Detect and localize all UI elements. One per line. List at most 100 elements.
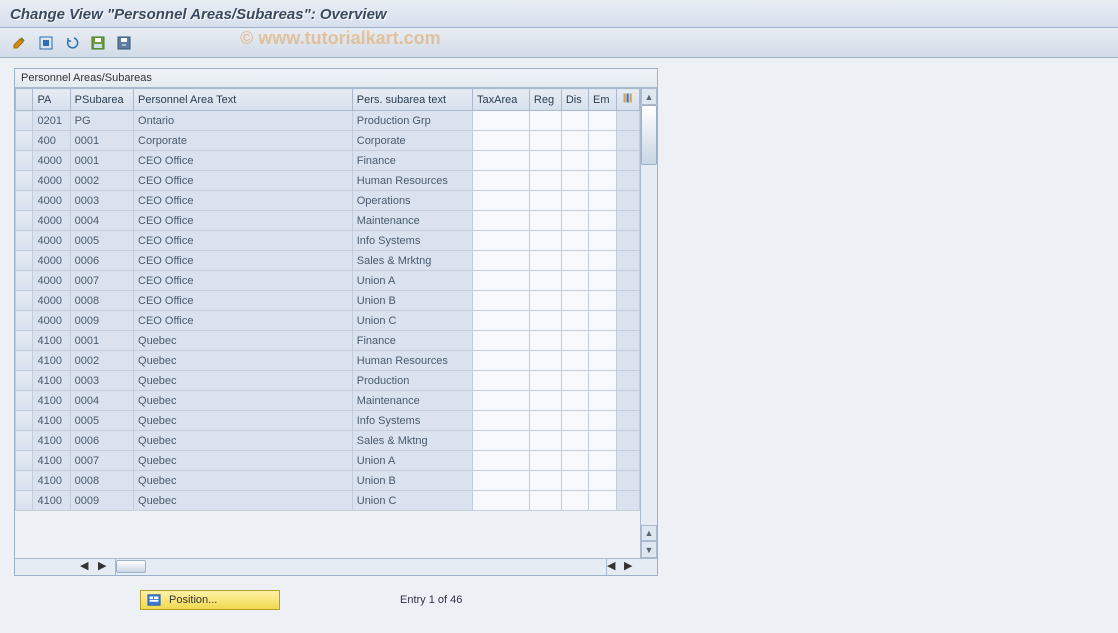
table-row[interactable]: 40000005CEO OfficeInfo Systems bbox=[16, 231, 640, 251]
row-selector[interactable] bbox=[16, 391, 33, 411]
cell-taxarea[interactable] bbox=[473, 311, 530, 331]
table-row[interactable]: 41000006QuebecSales & Mktng bbox=[16, 431, 640, 451]
row-selector[interactable] bbox=[16, 231, 33, 251]
table-row[interactable]: 40000003CEO OfficeOperations bbox=[16, 191, 640, 211]
scroll-prev-page-icon[interactable]: ▲ bbox=[641, 525, 657, 541]
cell-reg[interactable] bbox=[529, 231, 561, 251]
col-psubarea[interactable]: PSubarea bbox=[70, 89, 133, 111]
table-row[interactable]: 41000001QuebecFinance bbox=[16, 331, 640, 351]
row-selector[interactable] bbox=[16, 191, 33, 211]
cell-dis[interactable] bbox=[561, 131, 588, 151]
table-row[interactable]: 41000003QuebecProduction bbox=[16, 371, 640, 391]
cell-taxarea[interactable] bbox=[473, 111, 530, 131]
row-selector-header[interactable] bbox=[16, 89, 33, 111]
cell-reg[interactable] bbox=[529, 411, 561, 431]
cell-taxarea[interactable] bbox=[473, 391, 530, 411]
cell-reg[interactable] bbox=[529, 211, 561, 231]
table-row[interactable]: 41000007QuebecUnion A bbox=[16, 451, 640, 471]
col-em[interactable]: Em bbox=[589, 89, 617, 111]
position-button[interactable]: Position... bbox=[140, 590, 280, 610]
row-selector[interactable] bbox=[16, 411, 33, 431]
cell-taxarea[interactable] bbox=[473, 231, 530, 251]
cell-em[interactable] bbox=[589, 451, 617, 471]
cell-reg[interactable] bbox=[529, 351, 561, 371]
cell-reg[interactable] bbox=[529, 271, 561, 291]
cell-taxarea[interactable] bbox=[473, 251, 530, 271]
cell-reg[interactable] bbox=[529, 191, 561, 211]
cell-taxarea[interactable] bbox=[473, 451, 530, 471]
scroll-right-icon[interactable]: ▶ bbox=[98, 559, 115, 576]
cell-em[interactable] bbox=[589, 271, 617, 291]
save-icon[interactable] bbox=[88, 33, 108, 53]
cell-em[interactable] bbox=[589, 191, 617, 211]
cell-em[interactable] bbox=[589, 391, 617, 411]
cell-reg[interactable] bbox=[529, 451, 561, 471]
undo-icon[interactable] bbox=[62, 33, 82, 53]
row-selector[interactable] bbox=[16, 251, 33, 271]
cell-taxarea[interactable] bbox=[473, 491, 530, 511]
cell-reg[interactable] bbox=[529, 431, 561, 451]
cell-em[interactable] bbox=[589, 251, 617, 271]
cell-reg[interactable] bbox=[529, 391, 561, 411]
cell-em[interactable] bbox=[589, 231, 617, 251]
table-row[interactable]: 41000008QuebecUnion B bbox=[16, 471, 640, 491]
vertical-scrollbar[interactable]: ▲ ▲ ▼ bbox=[640, 88, 657, 558]
cell-taxarea[interactable] bbox=[473, 171, 530, 191]
hscroll-track[interactable] bbox=[115, 559, 607, 575]
table-row[interactable]: 40000004CEO OfficeMaintenance bbox=[16, 211, 640, 231]
cell-reg[interactable] bbox=[529, 471, 561, 491]
cell-dis[interactable] bbox=[561, 231, 588, 251]
cell-reg[interactable] bbox=[529, 331, 561, 351]
col-taxarea[interactable]: TaxArea bbox=[473, 89, 530, 111]
cell-dis[interactable] bbox=[561, 351, 588, 371]
cell-reg[interactable] bbox=[529, 291, 561, 311]
cell-reg[interactable] bbox=[529, 491, 561, 511]
cell-dis[interactable] bbox=[561, 311, 588, 331]
row-selector[interactable] bbox=[16, 331, 33, 351]
table-row[interactable]: 41000004QuebecMaintenance bbox=[16, 391, 640, 411]
col-dis[interactable]: Dis bbox=[561, 89, 588, 111]
row-selector[interactable] bbox=[16, 351, 33, 371]
cell-em[interactable] bbox=[589, 331, 617, 351]
table-row[interactable]: 40000009CEO OfficeUnion C bbox=[16, 311, 640, 331]
cell-em[interactable] bbox=[589, 211, 617, 231]
cell-em[interactable] bbox=[589, 371, 617, 391]
cell-dis[interactable] bbox=[561, 151, 588, 171]
row-selector[interactable] bbox=[16, 491, 33, 511]
cell-dis[interactable] bbox=[561, 331, 588, 351]
cell-em[interactable] bbox=[589, 151, 617, 171]
change-detail-icon[interactable] bbox=[10, 33, 30, 53]
row-selector[interactable] bbox=[16, 431, 33, 451]
cell-reg[interactable] bbox=[529, 131, 561, 151]
row-selector[interactable] bbox=[16, 471, 33, 491]
table-row[interactable]: 41000002QuebecHuman Resources bbox=[16, 351, 640, 371]
cell-dis[interactable] bbox=[561, 211, 588, 231]
table-row[interactable]: 40000008CEO OfficeUnion B bbox=[16, 291, 640, 311]
cell-em[interactable] bbox=[589, 131, 617, 151]
row-selector[interactable] bbox=[16, 291, 33, 311]
delete-icon[interactable] bbox=[114, 33, 134, 53]
cell-taxarea[interactable] bbox=[473, 431, 530, 451]
scroll-left-icon[interactable]: ◀ bbox=[80, 559, 97, 576]
select-all-icon[interactable] bbox=[36, 33, 56, 53]
col-pa-text[interactable]: Personnel Area Text bbox=[134, 89, 353, 111]
hscroll-thumb[interactable] bbox=[116, 560, 146, 573]
table-row[interactable]: 41000005QuebecInfo Systems bbox=[16, 411, 640, 431]
cell-taxarea[interactable] bbox=[473, 411, 530, 431]
cell-dis[interactable] bbox=[561, 411, 588, 431]
row-selector[interactable] bbox=[16, 151, 33, 171]
cell-taxarea[interactable] bbox=[473, 351, 530, 371]
cell-taxarea[interactable] bbox=[473, 331, 530, 351]
horizontal-scrollbar[interactable]: ◀ ▶ ◀ ▶ bbox=[15, 558, 657, 575]
cell-dis[interactable] bbox=[561, 171, 588, 191]
cell-dis[interactable] bbox=[561, 271, 588, 291]
col-reg[interactable]: Reg bbox=[529, 89, 561, 111]
cell-taxarea[interactable] bbox=[473, 291, 530, 311]
cell-taxarea[interactable] bbox=[473, 371, 530, 391]
cell-dis[interactable] bbox=[561, 111, 588, 131]
col-pa[interactable]: PA bbox=[33, 89, 70, 111]
table-row[interactable]: 41000009QuebecUnion C bbox=[16, 491, 640, 511]
row-selector[interactable] bbox=[16, 271, 33, 291]
cell-taxarea[interactable] bbox=[473, 131, 530, 151]
row-selector[interactable] bbox=[16, 211, 33, 231]
